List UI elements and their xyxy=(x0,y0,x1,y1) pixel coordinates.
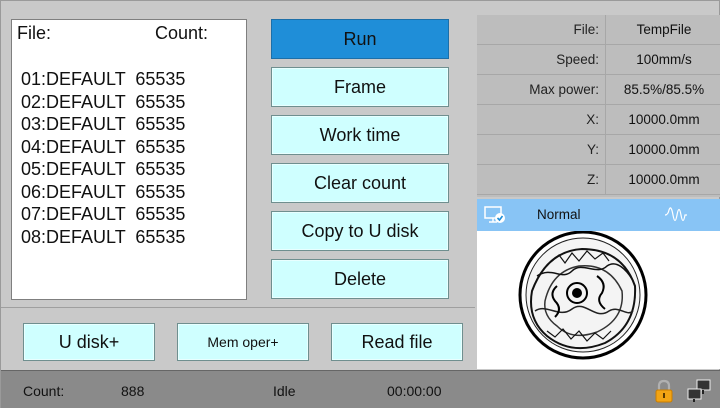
frame-button[interactable]: Frame xyxy=(271,67,449,107)
y-label: Y: xyxy=(477,135,606,165)
file-label: File: xyxy=(477,15,606,45)
design-preview xyxy=(477,230,720,369)
status-count-label: Count: xyxy=(23,383,65,399)
count-column-header: Count: xyxy=(155,23,209,43)
design-preview-image xyxy=(518,230,648,360)
y-value: 10000.0mm xyxy=(628,142,700,157)
max-power-value: 85.5%/85.5% xyxy=(623,82,705,97)
file-list-item[interactable]: 03:DEFAULT 65535 xyxy=(21,113,185,136)
waveform-icon xyxy=(663,202,689,228)
lock-icon[interactable] xyxy=(653,379,675,403)
mem-oper-button[interactable]: Mem oper+ xyxy=(177,323,309,361)
file-list-item[interactable]: 01:DEFAULT 65535 xyxy=(21,68,185,91)
file-list-item[interactable]: 06:DEFAULT 65535 xyxy=(21,181,185,204)
info-row-file: File: TempFile xyxy=(477,15,720,45)
mode-status-strip: Normal xyxy=(477,199,720,231)
machine-state: Idle xyxy=(273,383,296,399)
speed-label: Speed: xyxy=(477,45,606,75)
work-time-button[interactable]: Work time xyxy=(271,115,449,155)
delete-button[interactable]: Delete xyxy=(271,259,449,299)
read-file-button[interactable]: Read file xyxy=(331,323,463,361)
z-label: Z: xyxy=(477,165,606,195)
file-list: 01:DEFAULT 65535 02:DEFAULT 65535 03:DEF… xyxy=(21,68,185,248)
file-list-item[interactable]: 08:DEFAULT 65535 xyxy=(21,226,185,249)
info-row-speed: Speed: 100mm/s xyxy=(477,45,720,75)
status-bar: Count: 888 Idle 00:00:00 xyxy=(1,370,720,408)
run-button[interactable]: Run xyxy=(271,19,449,59)
monitor-check-icon xyxy=(483,203,507,227)
file-list-panel[interactable]: File: Count: 01:DEFAULT 65535 02:DEFAULT… xyxy=(11,19,247,300)
info-row-max-power: Max power: 85.5%/85.5% xyxy=(477,75,720,105)
file-list-item[interactable]: 05:DEFAULT 65535 xyxy=(21,158,185,181)
x-value: 10000.0mm xyxy=(628,112,700,127)
z-value: 10000.0mm xyxy=(628,172,700,187)
file-value: TempFile xyxy=(636,22,692,37)
controller-panel: File: Count: 01:DEFAULT 65535 02:DEFAULT… xyxy=(0,0,720,408)
clear-count-button[interactable]: Clear count xyxy=(271,163,449,203)
speed-value: 100mm/s xyxy=(636,52,692,67)
u-disk-button[interactable]: U disk+ xyxy=(23,323,155,361)
file-list-item[interactable]: 07:DEFAULT 65535 xyxy=(21,203,185,226)
info-row-y: Y: 10000.0mm xyxy=(477,135,720,165)
mode-status-text: Normal xyxy=(537,207,581,222)
info-row-z: Z: 10000.0mm xyxy=(477,165,720,195)
copy-to-u-disk-button[interactable]: Copy to U disk xyxy=(271,211,449,251)
status-count-value: 888 xyxy=(121,383,145,399)
x-label: X: xyxy=(477,105,606,135)
file-list-item[interactable]: 04:DEFAULT 65535 xyxy=(21,136,185,159)
file-column-header: File: xyxy=(17,23,52,43)
elapsed-time: 00:00:00 xyxy=(387,383,442,399)
info-row-x: X: 10000.0mm xyxy=(477,105,720,135)
network-icon[interactable] xyxy=(685,378,713,404)
file-list-item[interactable]: 02:DEFAULT 65535 xyxy=(21,91,185,114)
max-power-label: Max power: xyxy=(477,75,606,105)
job-info-table: File: TempFile Speed: 100mm/s Max power:… xyxy=(477,15,720,197)
